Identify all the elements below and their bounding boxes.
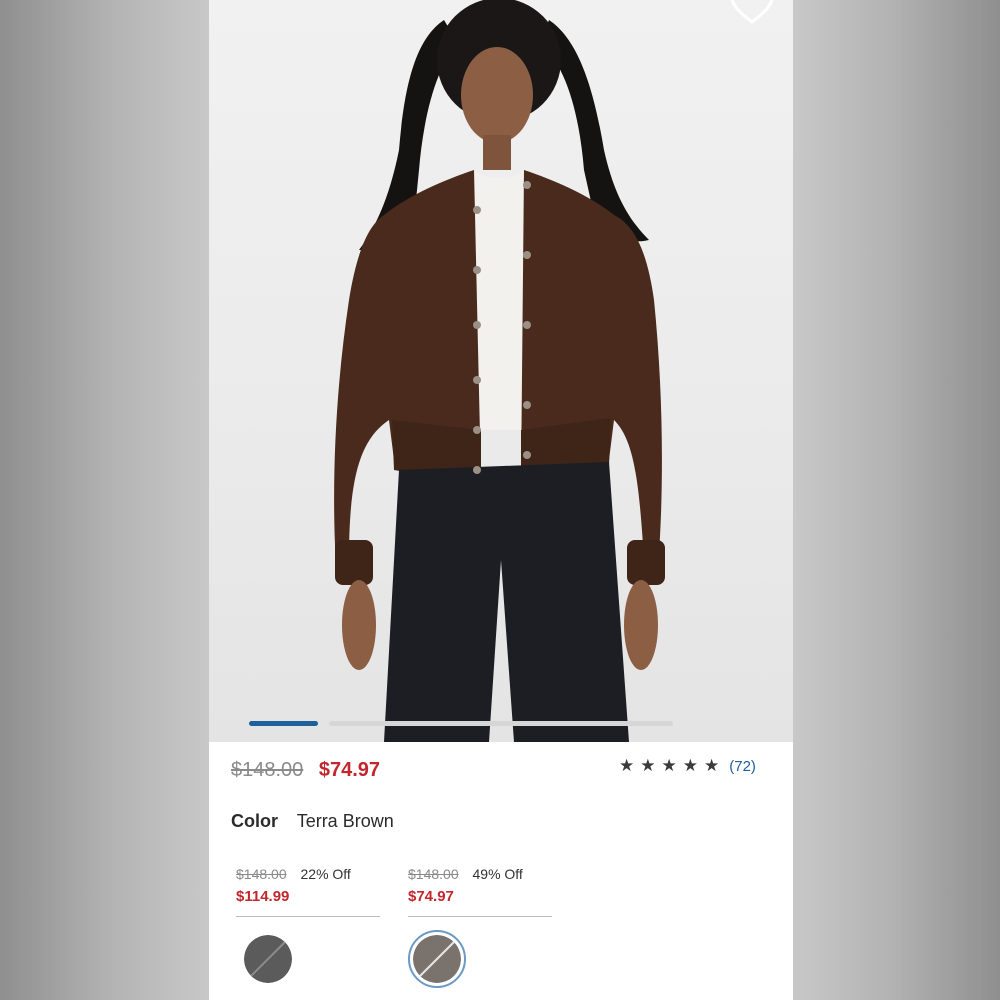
swatch-terra-brown — [413, 935, 461, 983]
model-illustration — [334, 0, 665, 742]
product-page: $148.00 $74.97 ★ ★ ★ ★ ★ (72) Color Terr… — [209, 0, 793, 1000]
option-price: $114.99 — [236, 888, 290, 905]
price-option[interactable]: $148.00 22% Off $114.99 — [236, 866, 380, 917]
option-discount: 49% Off — [472, 866, 523, 882]
original-price: $148.00 — [231, 759, 304, 781]
review-count-link[interactable]: (72) — [729, 758, 756, 775]
swatch-heather-gray — [244, 935, 292, 983]
color-swatch[interactable] — [239, 930, 297, 988]
price-option[interactable]: $148.00 49% Off $74.97 — [408, 866, 552, 917]
color-swatch-selected[interactable] — [408, 930, 466, 988]
carousel-indicator-active[interactable] — [249, 721, 318, 726]
product-image[interactable] — [209, 0, 793, 742]
color-label: Color — [231, 811, 278, 831]
star-icon: ★ — [661, 756, 677, 775]
carousel-indicator-track[interactable] — [329, 721, 673, 726]
option-discount: 22% Off — [300, 866, 351, 882]
star-icon: ★ — [682, 756, 698, 775]
heart-icon[interactable] — [729, 0, 775, 26]
star-icon: ★ — [640, 756, 656, 775]
option-original-price: $148.00 — [408, 866, 459, 882]
background-right — [793, 0, 1000, 1000]
price-row: $148.00 $74.97 — [231, 759, 380, 782]
background-left — [0, 0, 209, 1000]
option-original-price: $148.00 — [236, 866, 287, 882]
star-icon: ★ — [619, 756, 635, 775]
color-row: Color Terra Brown — [231, 811, 394, 832]
rating[interactable]: ★ ★ ★ ★ ★ (72) — [619, 756, 756, 776]
sale-price: $74.97 — [318, 759, 381, 781]
color-value: Terra Brown — [296, 811, 394, 831]
option-price: $74.97 — [408, 888, 454, 905]
star-icon: ★ — [704, 756, 720, 775]
